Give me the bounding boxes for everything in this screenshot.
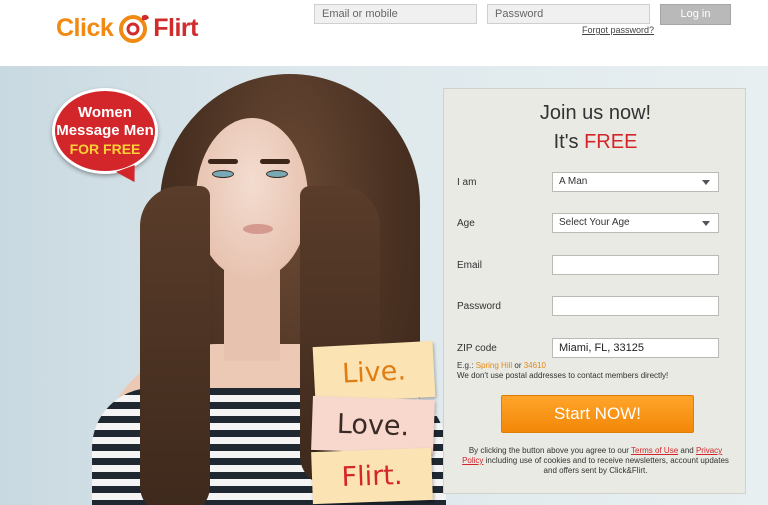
badge-line-2: Message Men: [56, 122, 154, 139]
example-zip-link[interactable]: 34610: [524, 361, 546, 370]
example-prefix: E.g.:: [457, 361, 476, 370]
signup-title: Join us now!: [539, 102, 652, 124]
forgot-password-link[interactable]: Forgot password?: [582, 25, 654, 35]
terms-of-use-link[interactable]: Terms of Use: [631, 446, 678, 455]
zip-label: ZIP code: [457, 343, 497, 354]
terms-text: By clicking the button above you agree t…: [458, 446, 733, 476]
logo-text-flirt: Flirt: [153, 13, 198, 42]
note-live: Live.: [312, 340, 436, 404]
top-header: Click Flirt Email or mobile Password Log…: [0, 0, 768, 66]
promo-badge: Women Message Men FOR FREE: [52, 88, 158, 174]
gender-select[interactable]: A Man: [552, 172, 719, 192]
photo-brow-left: [208, 159, 238, 164]
terms-rest: including use of cookies and to receive …: [483, 456, 729, 475]
start-now-button[interactable]: Start NOW!: [501, 395, 694, 433]
password-field[interactable]: [552, 296, 719, 316]
zip-field[interactable]: Miami, FL, 33125: [552, 338, 719, 358]
note-flirt: Flirt.: [311, 447, 433, 505]
note-love: Love.: [311, 395, 435, 455]
subtitle-free: FREE: [584, 131, 638, 153]
example-or: or: [512, 361, 524, 370]
gender-label: I am: [457, 177, 477, 188]
subtitle-prefix: It's: [553, 131, 585, 153]
badge-line-1: Women: [78, 104, 132, 121]
password-label: Password: [457, 301, 501, 312]
logo-heart-icon: [119, 14, 150, 43]
photo-eye-left: [212, 170, 234, 178]
site-logo[interactable]: Click Flirt: [56, 10, 198, 46]
age-select[interactable]: Select Your Age: [552, 213, 719, 233]
photo-neck: [224, 266, 280, 361]
login-email-input[interactable]: Email or mobile: [314, 4, 477, 24]
example-city-link[interactable]: Spring Hill: [476, 361, 512, 370]
signup-panel: Join us now! It's FREE I am A Man Age Se…: [443, 88, 746, 494]
login-password-input[interactable]: Password: [487, 4, 650, 24]
badge-line-3: FOR FREE: [69, 141, 141, 157]
photo-brow-right: [260, 159, 290, 164]
photo-eye-right: [266, 170, 288, 178]
age-label: Age: [457, 218, 475, 229]
zip-example: E.g.: Spring Hill or 34610 We don't use …: [457, 361, 668, 381]
photo-hair-left: [140, 186, 210, 505]
login-button[interactable]: Log in: [660, 4, 731, 25]
postal-note: We don't use postal addresses to contact…: [457, 371, 669, 380]
photo-lips: [243, 224, 273, 234]
signup-subtitle: It's FREE: [444, 131, 747, 154]
terms-prefix: By clicking the button above you agree t…: [468, 446, 632, 455]
photo-face: [196, 118, 308, 278]
email-field[interactable]: [552, 255, 719, 275]
terms-and: and: [678, 446, 696, 455]
logo-text-click: Click: [56, 13, 114, 42]
email-label: Email: [457, 260, 483, 271]
